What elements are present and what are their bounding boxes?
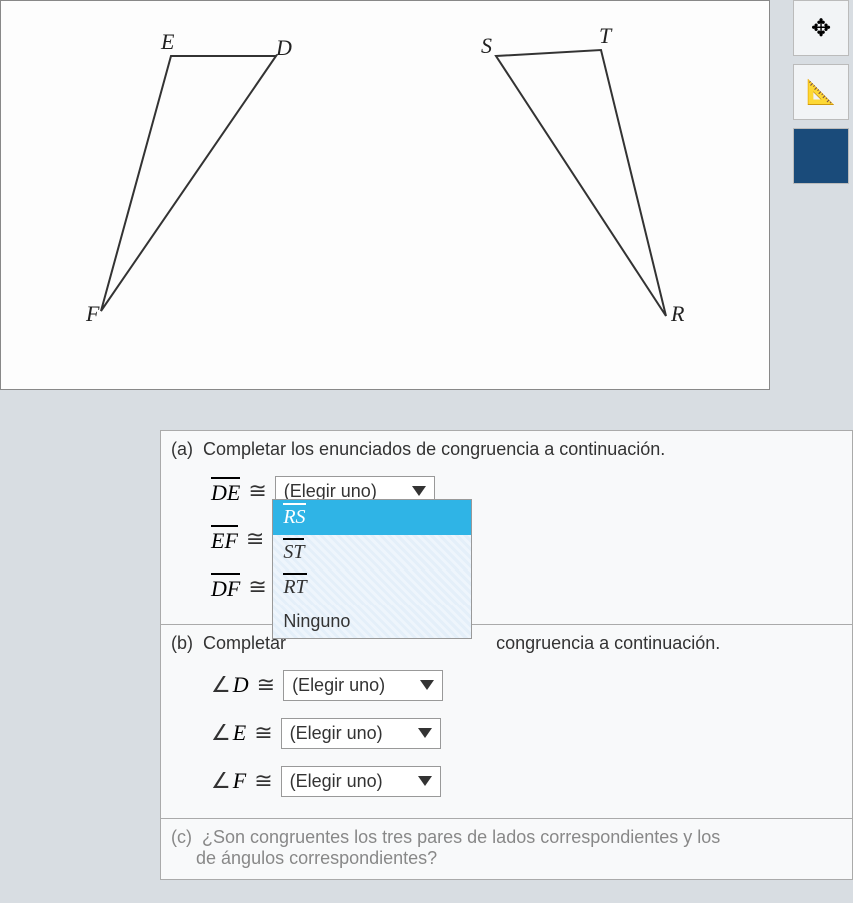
angle-d: D [233,672,249,698]
angle-f: F [233,768,246,794]
row-angle-e: ∠ E ≅ (Elegir uno) [211,712,842,754]
ruler-icon: 📐 [806,78,836,107]
dropdown-option-st[interactable]: ST [273,535,471,570]
label-D: D [276,35,292,61]
segment-ef: EF [211,525,238,554]
section-b-letter: (b) [171,633,193,653]
dropdown-option-rt[interactable]: RT [273,570,471,605]
option-rt-label: RT [283,573,306,598]
congruent-symbol: ≅ [254,720,272,746]
dropdown-angle-f-label: (Elegir uno) [290,771,383,792]
diagram-panel: E D F S T R [0,0,770,390]
option-rs-label: RS [283,503,305,528]
congruent-symbol: ≅ [254,768,272,794]
angle-symbol: ∠ [211,720,231,746]
chevron-down-icon [418,776,432,786]
triangles-svg [1,1,771,391]
label-S: S [481,33,492,59]
dropdown-angle-d-label: (Elegir uno) [292,675,385,696]
dropdown-angle-d[interactable]: (Elegir uno) [283,670,443,701]
questions-panel: (a) Completar los enunciados de congruen… [160,430,853,880]
move-tool-button[interactable]: ✥ [793,0,849,56]
segment-de: DE [211,477,240,506]
section-a-text: Completar los enunciados de congruencia … [203,439,665,459]
dropdown-angle-e[interactable]: (Elegir uno) [281,718,441,749]
dropdown-option-rs[interactable]: RS [273,500,471,535]
ruler-tool-button[interactable]: 📐 [793,64,849,120]
option-none-label: Ninguno [283,611,350,631]
section-b-text-after: congruencia a continuación. [496,633,720,653]
option-st-label: ST [283,538,304,563]
angle-symbol: ∠ [211,672,231,698]
row-angle-d: ∠ D ≅ (Elegir uno) [211,664,842,706]
row-angle-f: ∠ F ≅ (Elegir uno) [211,760,842,802]
section-a: (a) Completar los enunciados de congruen… [161,431,852,625]
congruent-symbol: ≅ [246,526,264,552]
section-c: (c) ¿Son congruentes los tres pares de l… [161,819,852,879]
dropdown-de-options: RS ST RT Ninguno [272,499,472,639]
row-ef: EF ≅ RS ST RT Ninguno [211,518,842,560]
angle-symbol: ∠ [211,768,231,794]
label-E: E [161,29,174,55]
dropdown-option-none[interactable]: Ninguno [273,605,471,638]
move-icon: ✥ [811,14,831,43]
section-b: (b) Completar congruencia a continuación… [161,625,852,819]
label-R: R [671,301,684,327]
segment-df: DF [211,573,240,602]
section-c-text: ¿Son congruentes los tres pares de lados… [202,827,720,847]
right-toolbar: ✥ 📐 [793,0,853,300]
label-T: T [599,23,611,49]
chevron-down-icon [420,680,434,690]
blue-tool-button[interactable] [793,128,849,184]
section-a-letter: (a) [171,439,193,459]
congruent-symbol: ≅ [248,478,266,504]
congruent-symbol: ≅ [248,574,266,600]
dropdown-angle-e-label: (Elegir uno) [290,723,383,744]
dropdown-angle-f[interactable]: (Elegir uno) [281,766,441,797]
section-a-title: (a) Completar los enunciados de congruen… [171,439,842,460]
label-F: F [86,301,99,327]
section-c-letter: (c) [171,827,192,847]
angle-e: E [233,720,246,746]
congruent-symbol: ≅ [257,672,275,698]
section-c-text2: de ángulos correspondientes? [196,848,437,868]
chevron-down-icon [418,728,432,738]
chevron-down-icon [412,486,426,496]
